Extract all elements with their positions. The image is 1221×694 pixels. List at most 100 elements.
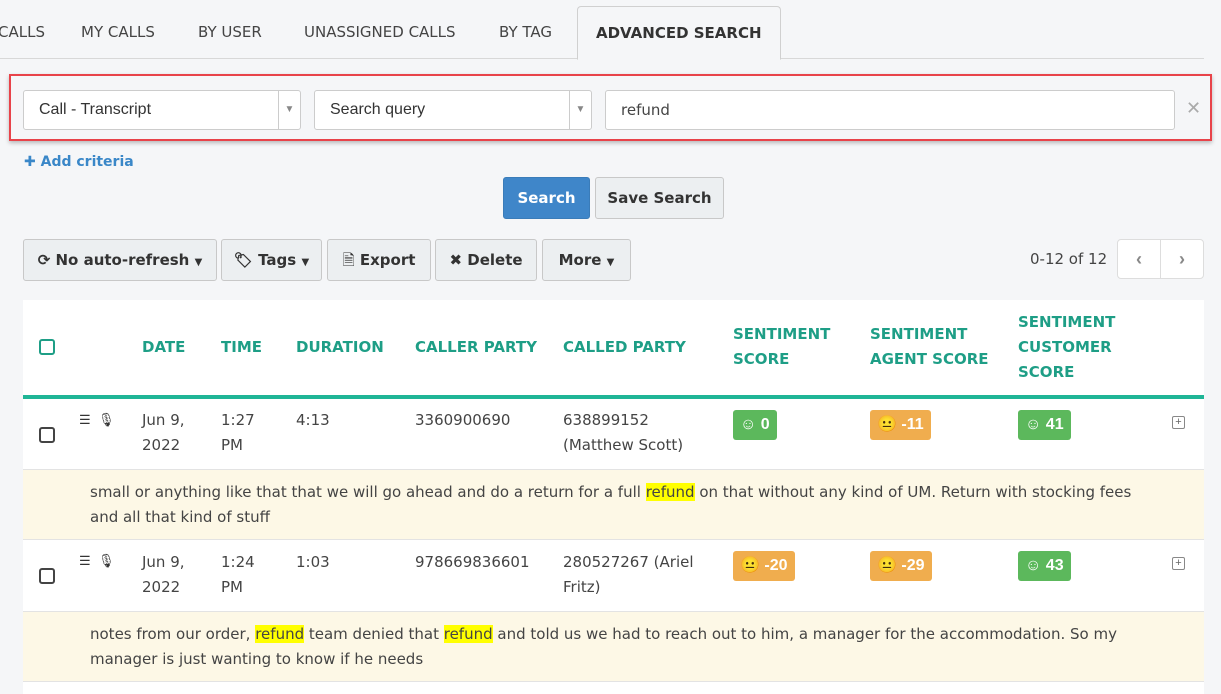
ampm-line: PM (221, 436, 243, 454)
smile-icon: ☺ (1025, 416, 1042, 433)
tags-dropdown[interactable]: 🏷 Tags ▼ (221, 239, 322, 281)
customer-score-badge: ☺ 43 (1018, 551, 1071, 581)
tab-by-tag[interactable]: BY TAG (499, 6, 552, 59)
tab-advanced-search[interactable]: ADVANCED SEARCH (577, 6, 781, 60)
badge-value: -20 (764, 557, 788, 574)
cell-caller-party: 3360900690 (415, 411, 511, 429)
search-button[interactable]: Search (503, 177, 590, 219)
tab-calls[interactable]: CALLS (0, 6, 45, 59)
tab-unassigned-calls[interactable]: UNASSIGNED CALLS (304, 6, 456, 59)
cell-called-party: 638899152 (Matthew Scott) (563, 408, 683, 458)
header-date[interactable]: DATE (142, 335, 185, 360)
row-checkbox[interactable] (39, 427, 55, 443)
more-dropdown[interactable]: More ▼ (542, 239, 631, 281)
date-line: Jun 9, (142, 411, 185, 429)
query-input[interactable]: refund (605, 90, 1175, 130)
close-icon[interactable]: ✕ (1186, 98, 1201, 119)
calls-table: DATE TIME DURATION CALLER PARTY CALLED P… (23, 300, 1204, 694)
header-sentiment-score[interactable]: SENTIMENT SCORE (733, 322, 830, 372)
caret-down-icon: ▼ (194, 257, 203, 268)
expand-plus-icon[interactable]: + (1172, 416, 1185, 429)
export-button[interactable]: 🗎 Export (327, 239, 431, 281)
neutral-face-icon: 😐 (877, 416, 897, 433)
cell-date: Jun 9, 2022 (142, 550, 185, 600)
caret-down-icon: ▼ (569, 91, 591, 129)
snippet-text: team denied that (304, 625, 444, 643)
transcript-list-icon[interactable]: ☰ (79, 412, 91, 428)
badge-value: 41 (1045, 416, 1064, 433)
badge-value: -11 (901, 416, 924, 433)
caret-down-icon: ▼ (606, 257, 615, 268)
header-line: SENTIMENT (733, 325, 831, 343)
transcript-snippet: notes from our order, refund team denied… (23, 612, 1204, 682)
add-criteria-link[interactable]: ✚ Add criteria (24, 154, 134, 170)
badge-value: 0 (760, 416, 770, 433)
called-line: (Matthew Scott) (563, 436, 684, 454)
agent-score-badge: 😐 -29 (870, 551, 932, 581)
more-label: More (558, 251, 602, 269)
table-header: DATE TIME DURATION CALLER PARTY CALLED P… (23, 300, 1204, 399)
header-line: SCORE (733, 350, 790, 368)
microphone-icon[interactable]: 🎙 (98, 412, 115, 428)
plus-icon: ✚ (24, 154, 36, 170)
header-sentiment-customer-score[interactable]: SENTIMENT CUSTOMER SCORE (1018, 310, 1115, 385)
time-line: 1:27 (221, 411, 255, 429)
time-line: 1:24 (221, 553, 255, 571)
excel-file-icon: 🗎 (342, 251, 355, 269)
header-line: AGENT SCORE (870, 350, 989, 368)
header-caller-party[interactable]: CALLER PARTY (415, 335, 537, 360)
cell-duration: 4:13 (296, 411, 330, 429)
transcript-snippet: small or anything like that that we will… (23, 470, 1204, 540)
ampm-line: PM (221, 578, 243, 596)
caret-down-icon: ▼ (278, 91, 300, 129)
field-select[interactable]: Call - Transcript ▼ (23, 90, 301, 130)
add-criteria-label: Add criteria (40, 154, 134, 170)
table-row[interactable]: ☰ 🎙 Jun 9, 2022 1:24 PM 1:03 97866983660… (23, 540, 1204, 612)
badge-value: 43 (1045, 557, 1064, 574)
table-row[interactable]: ☰ 🎙 Jun 9, 2022 1:27 PM 4:13 3360900690 … (23, 403, 1204, 470)
year-line: 2022 (142, 436, 181, 454)
smile-icon: ☺ (1025, 557, 1042, 574)
cell-duration: 1:03 (296, 553, 330, 571)
delete-label: Delete (467, 251, 523, 269)
chevron-left-icon[interactable]: ‹ (1118, 240, 1161, 278)
pagination-summary: 0-12 of 12 (1030, 250, 1108, 268)
header-line: CUSTOMER (1018, 338, 1112, 356)
caret-down-icon: ▼ (301, 257, 310, 268)
cell-date: Jun 9, 2022 (142, 408, 185, 458)
select-all-checkbox[interactable] (39, 339, 55, 355)
header-line: SENTIMENT (1018, 313, 1116, 331)
microphone-icon[interactable]: 🎙 (98, 553, 115, 569)
header-duration[interactable]: DURATION (296, 335, 384, 360)
auto-refresh-dropdown[interactable]: ⟳ No auto-refresh ▼ (23, 239, 217, 281)
tab-bar: CALLS MY CALLS BY USER UNASSIGNED CALLS … (0, 0, 1204, 60)
operator-select[interactable]: Search query ▼ (314, 90, 592, 130)
row-checkbox[interactable] (39, 568, 55, 584)
called-line: 280527267 (Ariel (563, 553, 694, 571)
refresh-icon: ⟳ (37, 251, 51, 269)
transcript-list-icon[interactable]: ☰ (79, 553, 91, 569)
agent-score-badge: 😐 -11 (870, 410, 931, 440)
cell-time: 1:24 PM (221, 550, 255, 600)
x-icon: ✖ (449, 251, 463, 269)
header-sentiment-agent-score[interactable]: SENTIMENT AGENT SCORE (870, 322, 989, 372)
neutral-face-icon: 😐 (740, 557, 760, 574)
customer-score-badge: ☺ 41 (1018, 410, 1071, 440)
header-time[interactable]: TIME (221, 335, 262, 360)
tab-my-calls[interactable]: MY CALLS (81, 6, 155, 59)
tag-icon: 🏷 (233, 251, 253, 269)
chevron-right-icon[interactable]: › (1161, 240, 1203, 278)
date-line: Jun 9, (142, 553, 185, 571)
expand-plus-icon[interactable]: + (1172, 557, 1185, 570)
smile-icon: ☺ (740, 416, 757, 433)
tab-by-user[interactable]: BY USER (198, 6, 262, 59)
save-search-button[interactable]: Save Search (595, 177, 724, 219)
auto-refresh-label: No auto-refresh (55, 251, 190, 269)
field-select-value: Call - Transcript (39, 101, 152, 118)
sentiment-score-badge: 😐 -20 (733, 551, 795, 581)
year-line: 2022 (142, 578, 181, 596)
tags-label: Tags (258, 251, 297, 269)
header-called-party[interactable]: CALLED PARTY (563, 335, 686, 360)
delete-button[interactable]: ✖ Delete (435, 239, 537, 281)
called-line: 638899152 (563, 411, 649, 429)
